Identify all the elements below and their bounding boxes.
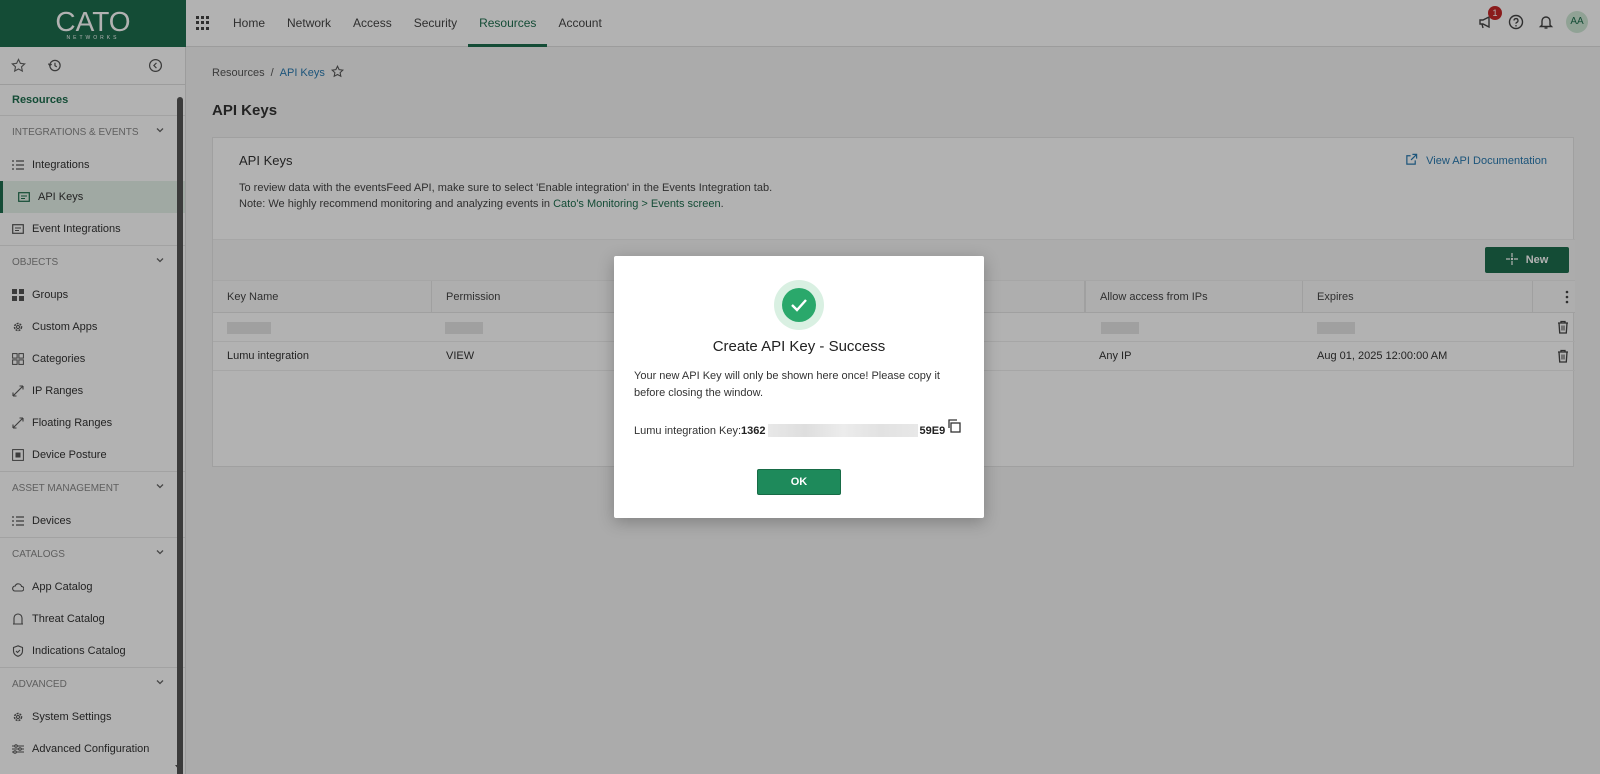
dialog-message: Your new API Key will only be shown here… xyxy=(634,370,940,399)
key-label: Lumu integration Key: xyxy=(634,424,742,437)
dialog-title: Create API Key - Success xyxy=(712,338,886,355)
copy-icon[interactable] xyxy=(946,418,962,437)
redacted-key xyxy=(767,424,918,437)
success-check-icon xyxy=(774,280,824,330)
key-prefix: 1362 xyxy=(741,424,766,437)
ok-button[interactable]: OK xyxy=(757,469,841,495)
success-dialog: Create API Key - Success Your new API Ke… xyxy=(614,256,984,518)
api-key-line: Lumu integration Key: 1362 59E9 xyxy=(634,424,945,437)
modal-overlay[interactable]: Create API Key - Success Your new API Ke… xyxy=(0,0,1600,774)
key-suffix: 59E9 xyxy=(919,424,946,437)
